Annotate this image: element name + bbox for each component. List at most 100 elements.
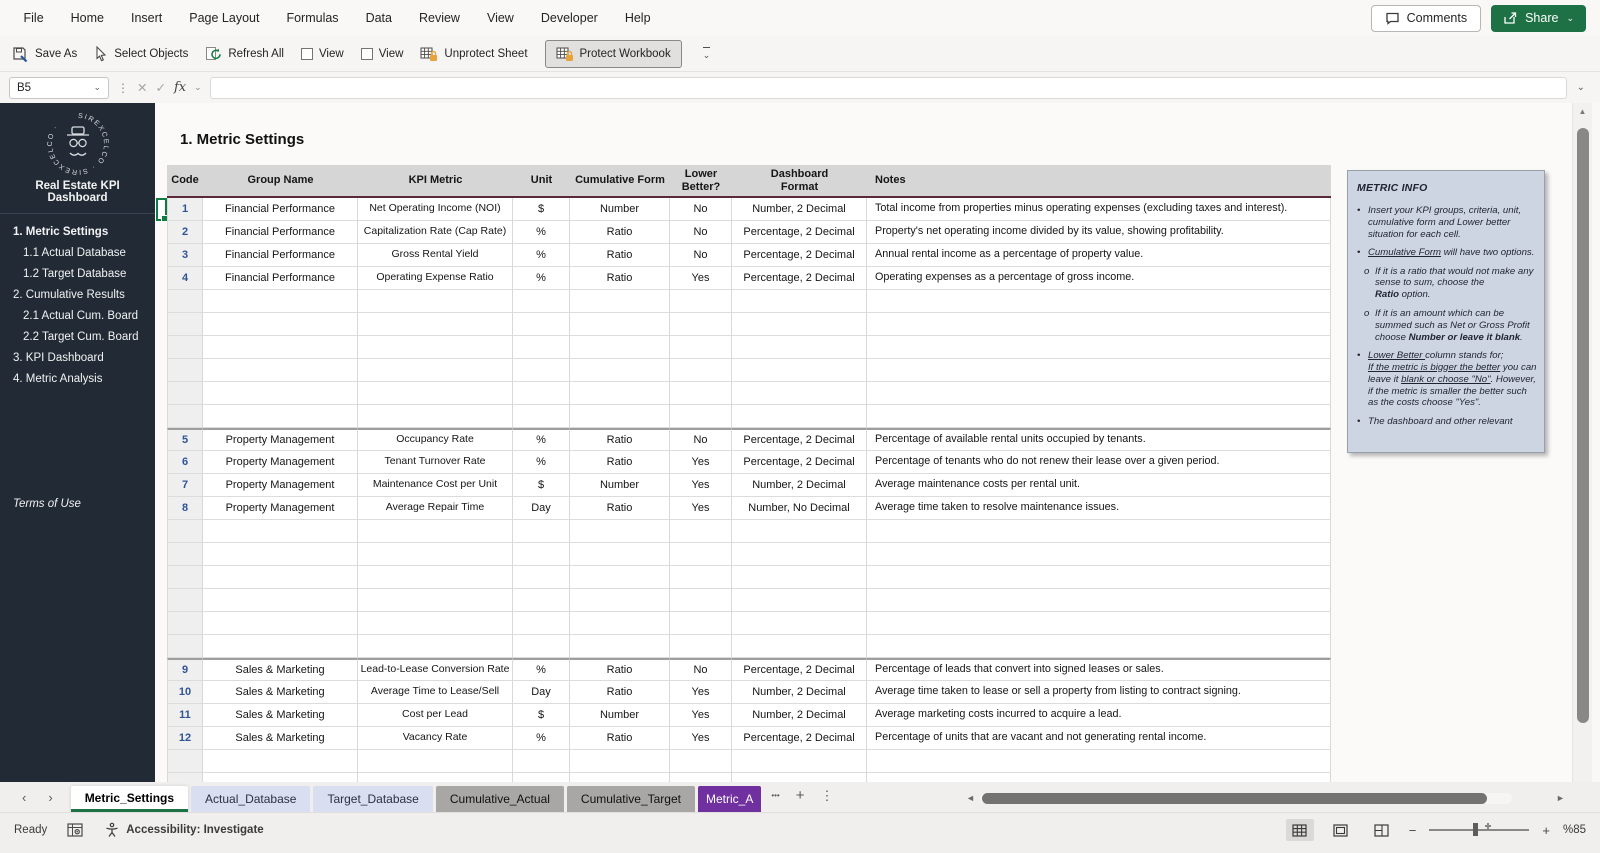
cell-empty[interactable] (358, 612, 513, 635)
cell-metric[interactable]: Average Repair Time (358, 497, 513, 520)
selected-cell-b5[interactable] (156, 198, 167, 221)
comments-button[interactable]: Comments (1371, 5, 1481, 32)
cell-empty[interactable] (570, 359, 670, 382)
cell-empty[interactable] (732, 520, 867, 543)
cell-unit[interactable]: Day (513, 497, 570, 520)
cell-empty[interactable] (167, 313, 203, 336)
prev-sheet-icon[interactable]: ‹ (22, 790, 26, 805)
sheet-tab-actual-database[interactable]: Actual_Database (191, 786, 310, 812)
cell-notes[interactable]: Percentage of available rental units occ… (867, 428, 1331, 451)
cell-unit[interactable]: % (513, 428, 570, 451)
cell-lower[interactable]: Yes (670, 451, 732, 474)
cell-empty[interactable] (167, 290, 203, 313)
cell-empty[interactable] (732, 382, 867, 405)
cell-empty[interactable] (867, 612, 1331, 635)
cell-empty[interactable] (732, 405, 867, 428)
cell-empty[interactable] (732, 336, 867, 359)
cell-empty[interactable] (167, 336, 203, 359)
cell-cum[interactable]: Ratio (570, 428, 670, 451)
cell-empty[interactable] (570, 405, 670, 428)
checkbox-icon[interactable] (301, 48, 313, 60)
cell-group[interactable]: Financial Performance (203, 267, 358, 290)
more-sheets-icon[interactable]: ••• (771, 791, 779, 800)
cell-notes[interactable]: Percentage of units that are vacant and … (867, 727, 1331, 750)
cell-empty[interactable] (570, 750, 670, 773)
cell-unit[interactable]: Day (513, 681, 570, 704)
scroll-right-icon[interactable]: ► (1556, 793, 1565, 803)
cell-empty[interactable] (203, 313, 358, 336)
cell-lower[interactable]: Yes (670, 497, 732, 520)
cell-empty[interactable] (570, 382, 670, 405)
cell-lower[interactable]: Yes (670, 704, 732, 727)
cell-empty[interactable] (732, 589, 867, 612)
cell-format[interactable]: Number, 2 Decimal (732, 198, 867, 221)
cell-cum[interactable]: Number (570, 474, 670, 497)
tab-options-icon[interactable]: ⋮ (821, 788, 834, 804)
cell-format[interactable]: Number, 2 Decimal (732, 681, 867, 704)
sheet-tab-target-database[interactable]: Target_Database (313, 786, 432, 812)
cell-metric[interactable]: Cost per Lead (358, 704, 513, 727)
cell-empty[interactable] (732, 566, 867, 589)
cell-format[interactable]: Percentage, 2 Decimal (732, 244, 867, 267)
zoom-level[interactable]: %85 (1563, 824, 1586, 836)
cell-empty[interactable] (570, 543, 670, 566)
cell-empty[interactable] (203, 290, 358, 313)
view-checkbox-a[interactable]: View (301, 48, 344, 60)
cell-cum[interactable]: Ratio (570, 497, 670, 520)
cell-metric[interactable]: Tenant Turnover Rate (358, 451, 513, 474)
metric-info-panel[interactable]: METRIC INFO •Insert your KPI groups, cri… (1347, 170, 1545, 453)
cell-format[interactable]: Percentage, 2 Decimal (732, 451, 867, 474)
cell-empty[interactable] (203, 382, 358, 405)
cell-empty[interactable] (358, 290, 513, 313)
menu-review[interactable]: Review (405, 11, 473, 25)
cell-empty[interactable] (167, 382, 203, 405)
cell-cum[interactable]: Number (570, 704, 670, 727)
menu-developer[interactable]: Developer (527, 11, 611, 25)
cell-cum[interactable]: Ratio (570, 267, 670, 290)
cell-notes[interactable]: Average time taken to lease or sell a pr… (867, 681, 1331, 704)
cell-empty[interactable] (867, 543, 1331, 566)
column-header-unit[interactable]: Unit (513, 165, 570, 196)
cell-unit[interactable]: % (513, 727, 570, 750)
cell-format[interactable]: Percentage, 2 Decimal (732, 428, 867, 451)
cell-empty[interactable] (167, 405, 203, 428)
cell-format[interactable]: Number, 2 Decimal (732, 474, 867, 497)
checkbox-icon[interactable] (361, 48, 373, 60)
cell-group[interactable]: Financial Performance (203, 198, 358, 221)
cell-empty[interactable] (570, 773, 670, 782)
zoom-out-icon[interactable]: − (1409, 823, 1417, 838)
cell-group[interactable]: Sales & Marketing (203, 681, 358, 704)
cell-empty[interactable] (732, 773, 867, 782)
cell-group[interactable]: Financial Performance (203, 244, 358, 267)
cell-empty[interactable] (513, 405, 570, 428)
new-sheet-icon[interactable]: + (796, 787, 805, 804)
cell-empty[interactable] (167, 612, 203, 635)
cell-group[interactable]: Property Management (203, 474, 358, 497)
cell-empty[interactable] (670, 405, 732, 428)
cell-empty[interactable] (867, 405, 1331, 428)
cell-code[interactable]: 6 (167, 451, 203, 474)
cell-notes[interactable]: Percentage of leads that convert into si… (867, 658, 1331, 681)
cell-notes[interactable]: Average time taken to resolve maintenanc… (867, 497, 1331, 520)
accessibility-status[interactable]: Accessibility: Investigate (104, 822, 263, 838)
sidebar-item-1-2-target-database[interactable]: 1.2 Target Database (0, 263, 155, 284)
cell-empty[interactable] (570, 313, 670, 336)
cell-empty[interactable] (513, 382, 570, 405)
cell-empty[interactable] (670, 313, 732, 336)
cell-empty[interactable] (513, 589, 570, 612)
expand-formula-bar-icon[interactable]: ⌄ (1575, 82, 1591, 93)
cell-empty[interactable] (203, 612, 358, 635)
cell-empty[interactable] (670, 336, 732, 359)
cell-empty[interactable] (167, 750, 203, 773)
cell-group[interactable]: Sales & Marketing (203, 704, 358, 727)
refresh-all-button[interactable]: Refresh All (205, 46, 284, 62)
cell-empty[interactable] (358, 773, 513, 782)
sidebar-item-2-1-actual-cum-board[interactable]: 2.1 Actual Cum. Board (0, 305, 155, 326)
cell-metric[interactable]: Maintenance Cost per Unit (358, 474, 513, 497)
cell-empty[interactable] (513, 313, 570, 336)
select-objects-button[interactable]: Select Objects (94, 46, 188, 62)
cell-lower[interactable]: No (670, 428, 732, 451)
sidebar-item-1-metric-settings[interactable]: 1. Metric Settings (0, 221, 155, 242)
cell-empty[interactable] (570, 635, 670, 658)
cell-empty[interactable] (513, 612, 570, 635)
